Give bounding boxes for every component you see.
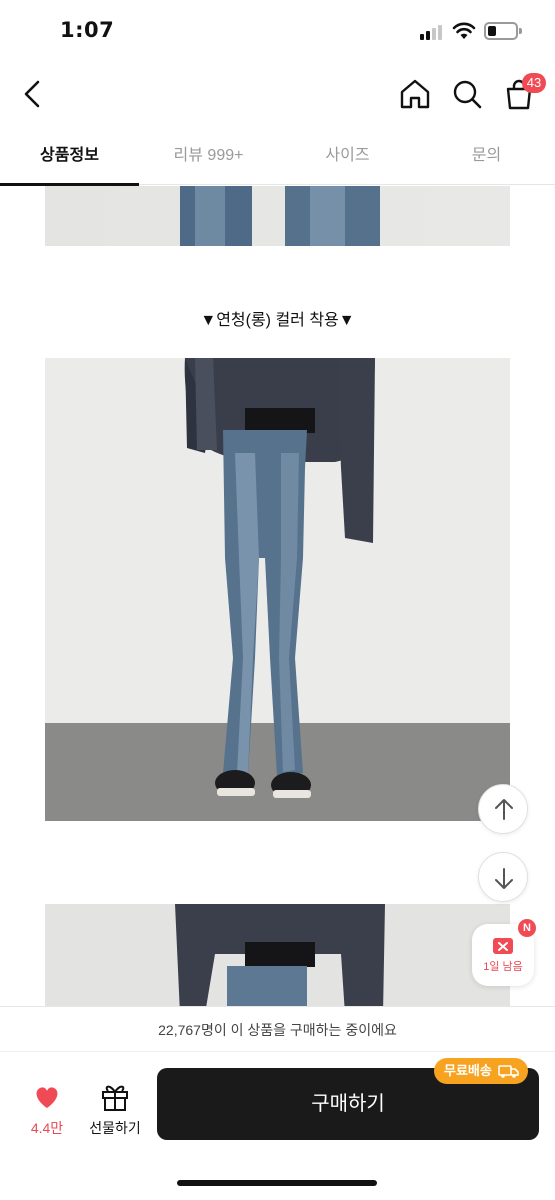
gift-label: 선물하기 [89,1120,141,1136]
product-photo [45,358,510,821]
truck-icon [498,1065,519,1078]
home-icon[interactable] [396,74,434,114]
nav-header [0,62,555,128]
like-count: 4.4만 [30,1120,64,1136]
status-bar: 1:07 [0,0,555,62]
color-caption: ▼연청(롱) 컬러 착용▼ [200,312,355,329]
buyers-count-banner: 22,767명이 이 상품을 구매하는 중이에요 [0,1006,555,1052]
free-shipping-label: 무료배송 [444,1063,492,1078]
home-indicator [177,1180,377,1186]
back-icon[interactable] [14,74,50,114]
coupon-remaining-label: 1일 남음 [483,961,523,973]
arrow-down-icon [495,868,513,889]
arrow-up-icon [495,799,513,820]
tab-reviews[interactable]: 리뷰 999+ [139,128,278,185]
cellular-signal-icon [420,24,446,40]
like-button[interactable]: 4.4만 [20,1082,74,1142]
scroll-up-button[interactable] [478,784,528,834]
heart-icon [36,1087,58,1108]
free-shipping-badge: 무료배송 [434,1058,528,1084]
product-detail-content: ▼연청(롱) 컬러 착용▼ [0,186,555,1006]
scroll-down-button[interactable] [478,852,528,902]
coupon-new-badge: N [518,919,536,937]
product-tabs: 상품정보 리뷰 999+ 사이즈 문의 [0,128,555,186]
status-time: 1:07 [60,18,115,42]
search-icon[interactable] [448,74,486,114]
cart-count-badge: 43 [522,73,546,93]
tab-size[interactable]: 사이즈 [278,128,417,185]
battery-icon [484,22,522,40]
bottom-action-bar: 4.4만 선물하기 구매하기 무료배송 [0,1052,555,1200]
product-photo [45,186,510,246]
product-photo [45,904,510,1006]
tab-inquiry[interactable]: 문의 [417,128,555,185]
gift-button[interactable]: 선물하기 [84,1080,146,1144]
gift-icon [102,1085,128,1111]
wifi-icon [452,22,476,39]
tab-product-info[interactable]: 상품정보 [0,128,139,186]
